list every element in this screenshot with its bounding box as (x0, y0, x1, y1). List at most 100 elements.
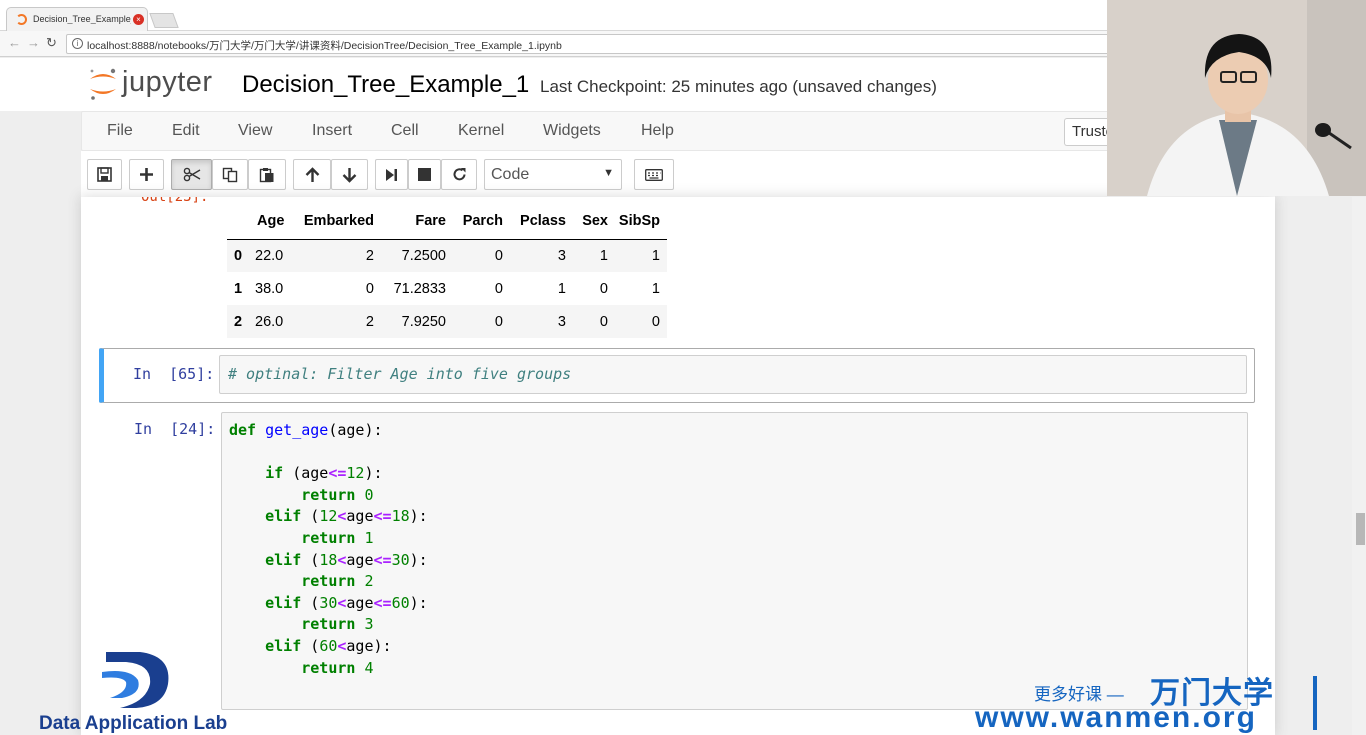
refresh-icon (453, 168, 465, 181)
new-tab-button[interactable] (149, 13, 179, 28)
code-cell[interactable]: In [24]: def get_age(age): if (age<=12):… (99, 409, 1255, 713)
table-cell: 0 (494, 247, 503, 264)
stop-icon (418, 168, 431, 181)
table-header: SibSp (608, 203, 667, 240)
restart-kernel-button[interactable] (441, 159, 477, 190)
menu-widgets[interactable]: Widgets (543, 122, 601, 140)
keyboard-icon (645, 168, 663, 181)
notebook-name[interactable]: Decision_Tree_Example_1 (242, 71, 529, 99)
insert-cell-below-button[interactable] (129, 159, 164, 190)
table-cell: 0 (494, 313, 503, 330)
tab-close-icon[interactable]: × (133, 14, 144, 25)
plus-icon (140, 168, 153, 181)
jupyter-logo-text[interactable]: jupyter (122, 66, 213, 99)
watermark-divider (1313, 676, 1317, 730)
back-arrow-icon[interactable]: ← (8, 35, 21, 50)
url-text[interactable]: localhost:8888/notebooks/万门大学/万门大学/讲课资料/… (87, 38, 562, 53)
browser-tab[interactable]: Decision_Tree_Example_ × (6, 7, 148, 32)
table-header: Parch (446, 203, 503, 240)
table-row: 1 38.0 0 71.2833 0 1 0 1 (227, 272, 667, 305)
scrollbar-thumb[interactable] (1356, 513, 1365, 545)
paste-cells-button[interactable] (248, 159, 286, 190)
table-cell: 1 (651, 247, 660, 264)
input-prompt: In [65]: (133, 365, 215, 383)
table-header: Fare (374, 203, 446, 240)
scissors-icon (183, 167, 200, 182)
menu-insert[interactable]: Insert (312, 122, 352, 140)
arrow-up-icon (305, 166, 319, 182)
table-cell: 7.2500 (401, 247, 446, 264)
jupyter-logo-icon[interactable] (86, 66, 120, 102)
table-cell: 0 (365, 280, 374, 297)
table-header: Pclass (503, 203, 566, 240)
run-cell-button[interactable] (375, 159, 408, 190)
table-cell: 0 (494, 280, 503, 297)
jupyter-favicon-icon (16, 14, 27, 25)
table-cell: 3 (557, 313, 566, 330)
table-row: 0 22.0 2 7.2500 0 3 1 1 (227, 239, 667, 272)
webcam-overlay (1107, 0, 1366, 196)
reload-icon[interactable]: ↻ (46, 35, 57, 51)
row-index: 0 (234, 247, 243, 264)
code-comment: # optinal: Filter Age into five groups (228, 365, 572, 383)
dataframe-output: Age Embarked Fare Parch Pclass Sex SibSp… (227, 203, 667, 338)
code-input-area[interactable]: # optinal: Filter Age into five groups (219, 355, 1247, 394)
menu-view[interactable]: View (238, 122, 272, 140)
menu-help[interactable]: Help (641, 122, 674, 140)
move-cell-down-button[interactable] (331, 159, 368, 190)
menu-cell[interactable]: Cell (391, 122, 419, 140)
menu-kernel[interactable]: Kernel (458, 122, 504, 140)
table-cell: 0 (599, 313, 608, 330)
table-header: Sex (566, 203, 608, 240)
page-scrollbar[interactable] (1352, 197, 1366, 735)
table-cell: 2 (365, 313, 374, 330)
code-input-area[interactable]: def get_age(age): if (age<=12): return 0… (221, 412, 1248, 710)
arrow-down-icon (342, 167, 357, 183)
table-cell: 1 (557, 280, 566, 297)
table-cell: 1 (599, 247, 608, 264)
table-header-row: Age Embarked Fare Parch Pclass Sex SibSp (227, 203, 667, 240)
checkpoint-status: Last Checkpoint: 25 minutes ago (unsaved… (540, 77, 937, 96)
cell-type-value: Code (491, 166, 530, 183)
table-row: 2 26.0 2 7.9250 0 3 0 0 (227, 305, 667, 338)
toolbar: Code ▼ (81, 151, 1275, 197)
cell-type-select[interactable]: Code ▼ (484, 159, 622, 190)
interrupt-kernel-button[interactable] (408, 159, 441, 190)
move-cell-up-button[interactable] (293, 159, 331, 190)
table-cell: 0 (651, 313, 660, 330)
cut-cells-button[interactable] (171, 159, 212, 190)
copy-cells-button[interactable] (212, 159, 248, 190)
input-prompt: In [24]: (134, 420, 216, 438)
data-application-lab-watermark: Data Application Lab (39, 713, 228, 734)
table-header-index (227, 203, 251, 240)
info-icon[interactable]: i (72, 38, 83, 49)
wanmen-url-watermark: www.wanmen.org (975, 701, 1257, 734)
code-text[interactable]: def get_age(age): if (age<=12): return 0… (229, 420, 428, 679)
save-button[interactable] (87, 159, 122, 190)
presenter-video-image (1107, 0, 1366, 196)
table-cell: 0 (599, 280, 608, 297)
table-cell: 71.2833 (393, 280, 446, 297)
copy-icon (222, 167, 238, 182)
code-cell-selected[interactable]: In [65]: # optinal: Filter Age into five… (99, 348, 1255, 403)
table-cell: 38.0 (255, 280, 284, 297)
menu-file[interactable]: File (107, 122, 133, 140)
table-header: Age (251, 203, 288, 240)
forward-arrow-icon[interactable]: → (27, 35, 40, 50)
chevron-down-icon: ▼ (603, 167, 614, 179)
table-cell: 26.0 (255, 313, 284, 330)
output-prompt: Out[23]: (141, 197, 209, 205)
table-header: Embarked (288, 203, 374, 240)
data-application-lab-logo-icon (102, 652, 169, 708)
notebook-container: Out[23]: Age Embarked Fare Parch Pclass … (81, 197, 1275, 735)
table-cell: 1 (651, 280, 660, 297)
table-cell: 22.0 (255, 247, 284, 264)
table-cell: 7.9250 (401, 313, 446, 330)
menu-edit[interactable]: Edit (172, 122, 200, 140)
paste-icon (259, 167, 274, 182)
table-cell: 3 (557, 247, 566, 264)
row-index: 2 (234, 313, 243, 330)
save-icon (97, 167, 112, 182)
command-palette-button[interactable] (634, 159, 674, 190)
address-bar[interactable]: i localhost:8888/notebooks/万门大学/万门大学/讲课资… (66, 34, 1126, 54)
